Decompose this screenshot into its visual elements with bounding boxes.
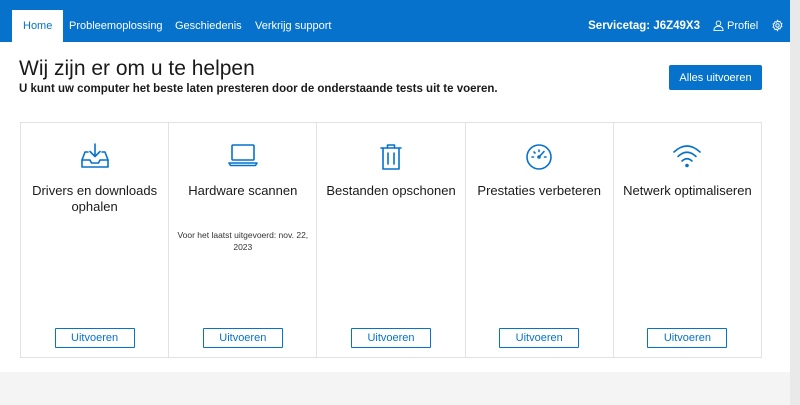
run-button-performance[interactable]: Uitvoeren	[499, 328, 580, 348]
laptop-icon	[227, 144, 258, 167]
page-subtitle: U kunt uw computer het beste laten prest…	[19, 83, 498, 95]
app-window: Home Probleemoplossing Geschiedenis Verk…	[0, 0, 790, 372]
top-navigation: Home Probleemoplossing Geschiedenis Verk…	[0, 5, 790, 42]
run-button-network[interactable]: Uitvoeren	[647, 328, 728, 348]
download-tray-icon	[80, 143, 109, 168]
speedometer-icon	[526, 144, 553, 170]
card-title: Hardware scannen	[188, 183, 298, 198]
person-icon	[713, 20, 724, 31]
page-title: Wij zijn er om u te helpen	[19, 57, 255, 80]
gear-icon[interactable]	[771, 19, 784, 32]
card-title: Netwerk optimaliseren	[623, 183, 752, 198]
wifi-icon	[673, 145, 702, 168]
card-title: Drivers en downloads ophalen	[32, 183, 158, 214]
tab-probleemoplossing[interactable]: Probleemoplossing	[69, 10, 163, 42]
run-button-cleanup[interactable]: Uitvoeren	[351, 328, 431, 348]
card-drivers: Drivers en downloads ophalen Uitvoeren	[20, 122, 170, 358]
card-title: Prestaties verbeteren	[477, 183, 601, 198]
service-tag: Servicetag: J6Z49X3	[588, 20, 700, 32]
tab-home[interactable]: Home	[12, 10, 64, 42]
card-hardware: Hardware scannen Voor het laatst uitgevo…	[168, 122, 318, 358]
run-all-button[interactable]: Alles uitvoeren	[669, 65, 762, 90]
card-network: Netwerk optimaliseren Uitvoeren	[612, 122, 763, 358]
card-performance: Prestaties verbeteren Uitvoeren	[464, 122, 614, 358]
tab-geschiedenis[interactable]: Geschiedenis	[175, 10, 242, 42]
card-subtitle: Voor het laatst uitgevoerd: nov. 22, 202…	[177, 230, 309, 252]
task-cards: Drivers en downloads ophalen Uitvoeren H…	[20, 122, 763, 358]
trash-icon	[380, 144, 402, 170]
profile-label: Profiel	[727, 20, 759, 32]
run-button-hardware[interactable]: Uitvoeren	[202, 328, 283, 348]
window-edge	[790, 0, 800, 405]
run-button-drivers[interactable]: Uitvoeren	[54, 328, 135, 348]
card-title: Bestanden opschonen	[326, 183, 456, 198]
profile-button[interactable]: Profiel	[713, 10, 758, 42]
card-cleanup: Bestanden opschonen Uitvoeren	[316, 122, 466, 358]
tab-verkrijg-support[interactable]: Verkrijg support	[255, 10, 331, 42]
